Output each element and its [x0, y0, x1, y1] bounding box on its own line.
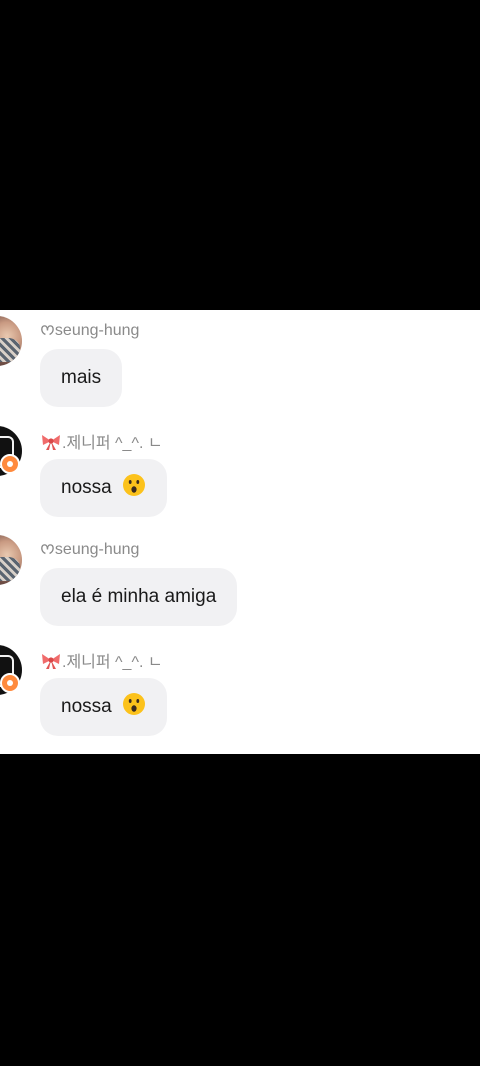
- message-bubble[interactable]: nossa: [40, 678, 167, 736]
- chat-message: ᰔseung-hung ela é minha amiga: [0, 529, 480, 639]
- chat-message: .제니퍼 ^_^. ㄴ nossa: [0, 639, 480, 749]
- message-text: nossa: [61, 477, 112, 498]
- live-badge-icon: [0, 454, 20, 474]
- chat-message-list[interactable]: ᰔseung-hung mais .제니퍼 ^_^. ㄴ nossa ᰔseun…: [0, 310, 480, 754]
- message-text: ela é minha amiga: [61, 586, 217, 607]
- message-text: mais: [61, 367, 102, 388]
- chat-message: ᰔseung-hung mais: [0, 310, 480, 420]
- sender-name[interactable]: .제니퍼 ^_^. ㄴ: [40, 429, 163, 453]
- message-text: nossa: [61, 696, 112, 717]
- ribbon-icon: [42, 654, 60, 669]
- message-bubble[interactable]: nossa: [40, 459, 167, 517]
- live-badge-icon: [0, 673, 20, 693]
- message-bubble[interactable]: ela é minha amiga: [40, 568, 238, 626]
- message-bubble[interactable]: mais: [40, 349, 123, 407]
- video-letterbox-top: [0, 0, 480, 310]
- sender-name[interactable]: .제니퍼 ^_^. ㄴ: [40, 648, 163, 672]
- chat-message: .제니퍼 ^_^. ㄴ nossa: [0, 420, 480, 530]
- sender-name[interactable]: ᰔseung-hung: [40, 538, 139, 562]
- sender-name-text: .제니퍼 ^_^. ㄴ: [62, 435, 163, 452]
- avatar[interactable]: [0, 535, 22, 585]
- sender-name[interactable]: ᰔseung-hung: [40, 319, 139, 343]
- astonished-face-icon: [122, 474, 145, 496]
- sender-name-text: .제니퍼 ^_^. ㄴ: [62, 654, 163, 671]
- astonished-face-icon: [122, 693, 145, 715]
- ribbon-icon: [42, 435, 60, 450]
- avatar[interactable]: [0, 316, 22, 366]
- video-letterbox-bottom: [0, 754, 480, 1066]
